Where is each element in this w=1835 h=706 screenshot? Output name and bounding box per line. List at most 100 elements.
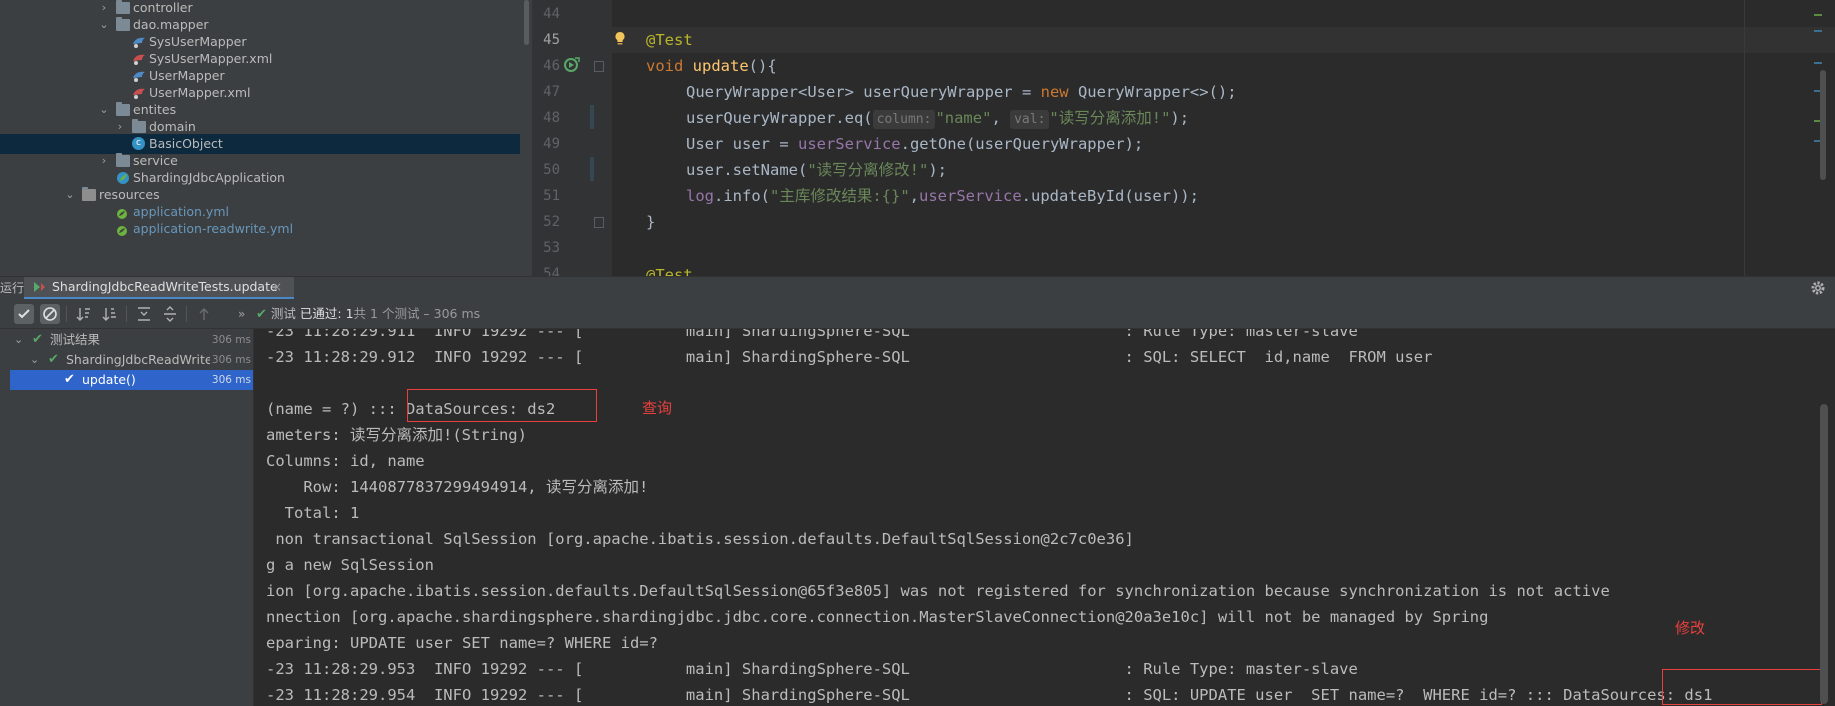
resources-folder-icon [82,187,96,201]
test-tree-item[interactable]: ✔ update() 306 ms [10,370,253,390]
console-line: ion [org.apache.ibatis.session.defaults.… [266,582,1610,600]
field-reference: log [686,187,714,205]
string-literal: "读写分离修改!" [807,161,929,179]
spring-class-icon [116,171,130,185]
project-scrollbar[interactable] [524,0,529,45]
code-line-47[interactable]: QueryWrapper<User> userQueryWrapper = ne… [686,79,1237,105]
mybatis-xml-icon [132,52,146,66]
update-annotation: 修改 [1675,619,1706,637]
code-text: ); [928,161,947,179]
folder-icon [116,17,130,31]
sort-alpha-button[interactable] [74,304,94,324]
test-tree-item-label: 测试结果 [50,332,101,347]
code-line-50[interactable]: user.setName("读写分离修改!"); [686,157,947,183]
sort-duration-button[interactable] [100,304,120,324]
console-line: -23 11:28:29.911 INFO 19292 --- [ main] … [266,329,1358,340]
query-annotation: 查询 [642,399,673,417]
code-text: QueryWrapper<User> userQueryWrapper = [686,83,1041,101]
lightbulb-icon[interactable] [614,31,626,46]
code-line-49[interactable]: User user = userService.getOne(userQuery… [686,131,1143,157]
console-line: Columns: id, name [266,452,425,470]
code-text: } [646,213,656,231]
code-text: .updateById(user)); [1021,187,1199,205]
sort-alpha-icon [76,308,90,321]
editor-scrollbar[interactable] [1820,70,1826,180]
console-line: g a new SqlSession [266,556,434,574]
console-line: Total: 1 [266,504,360,522]
status-prefix: 测试 [270,306,296,321]
folder-icon [116,153,130,167]
code-line-46[interactable]: void update(){ [646,53,777,79]
code-text: userQueryWrapper.eq( [686,109,873,127]
side-strip [0,329,10,706]
passed-check-icon: ✔ [64,372,75,387]
more-actions-chevron-icon[interactable]: » [238,299,245,329]
string-literal: "主库修改结果:{}" [770,187,910,205]
code-text: User user = [686,135,798,153]
change-marker [590,157,594,181]
code-text: , [991,109,1011,127]
test-tree-item[interactable]: ⌄ ✔ 测试结果 306 ms [10,330,253,350]
field-reference: userService [919,187,1022,205]
console-line: -23 11:28:29.954 INFO 19292 --- [ main] … [266,686,1713,704]
test-duration: 306 ms [211,334,251,346]
fold-marker-icon[interactable] [594,217,604,228]
project-tree-panel: › controller ⌄ dao.mapper SysUserMapper SysUs… [0,0,532,276]
collapse-all-icon [164,306,176,322]
code-text: , [909,187,920,205]
string-literal: "name" [935,109,992,127]
test-tree-item[interactable]: ⌄ ✔ ShardingJdbcReadWrite 306 ms [10,350,253,370]
console-line: -23 11:28:29.912 INFO 19292 --- [ main] … [266,348,1433,366]
run-test-icon[interactable] [563,57,581,73]
yml-file-icon [116,223,128,236]
previous-failed-button[interactable] [194,304,214,324]
code-text: .getOne(userQueryWrapper); [900,135,1144,153]
collapse-all-button[interactable] [160,304,180,324]
folder-icon [116,102,130,116]
code-line-48[interactable]: userQueryWrapper.eq(column: "name", val: "… [686,105,1189,131]
show-passed-button[interactable] [14,304,34,324]
class-icon: c [132,137,145,150]
update-highlight-box [1662,669,1822,705]
passed-check-icon: ✔ [48,352,59,367]
chevron-down-icon[interactable]: ⌄ [30,350,42,370]
query-highlight-box [407,389,597,422]
expand-all-button[interactable] [134,304,154,324]
console-scrollbar[interactable] [1820,404,1828,704]
right-margin-guide [1744,0,1745,276]
console-line: -23 11:28:29.953 INFO 19292 --- [ main] … [266,660,1358,678]
run-window-header: 运行: ShardingJdbcReadWriteTests.update × [0,276,1835,300]
test-duration: 306 ms [211,354,251,366]
status-passed: 已通过: 1 [299,306,354,321]
console-line: Row: 1440877837299494914, 读写分离添加! [266,478,649,496]
test-config-icon [34,282,45,292]
code-line-51[interactable]: log.info("主库修改结果:{}",userService.updateB… [686,183,1199,209]
code-line-54[interactable]: @Test [646,262,693,276]
code-line-45[interactable]: @Test [646,27,693,53]
show-ignored-button[interactable] [40,304,60,324]
fold-marker-icon[interactable] [594,61,604,72]
run-tab[interactable]: ShardingJdbcReadWriteTests.update × [24,277,294,300]
console-line: ameters: 读写分离添加!(String) [266,426,527,444]
folder-icon [132,119,146,133]
project-tree-item[interactable]: application-readwrite.yml [0,219,520,239]
keyword: new [1040,83,1078,101]
run-toolbar: » ✔ 测试 已通过: 1共 1 个测试 – 306 ms [0,299,1835,329]
code-text: ); [1170,109,1190,127]
close-icon[interactable]: × [272,277,282,297]
console-line: eparing: UPDATE user SET name=? WHERE id… [266,634,658,652]
run-tab-title: ShardingJdbcReadWriteTests.update [52,279,278,294]
yml-file-icon [116,206,128,219]
chevron-down-icon[interactable]: ⌄ [14,330,26,350]
code-text: user.setName( [686,161,808,179]
code-line-52[interactable]: } [646,209,655,235]
arrow-up-icon [199,308,209,320]
code-editor[interactable]: @Test void update(){ QueryWrapper<User> … [612,0,1835,276]
test-tree-item-label: update() [82,372,136,387]
gear-icon[interactable] [1810,280,1826,296]
console-output[interactable]: -23 11:28:29.911 INFO 19292 --- [ main] … [254,329,1835,706]
field-reference: userService [797,135,901,153]
project-tree-item-label: application-readwrite.yml [133,221,294,236]
console-line: nnection [org.apache.shardingsphere.shar… [266,608,1489,626]
test-results-tree: ⌄ ✔ 测试结果 306 ms ⌄ ✔ ShardingJdbcReadWrite 306 m… [10,329,254,706]
